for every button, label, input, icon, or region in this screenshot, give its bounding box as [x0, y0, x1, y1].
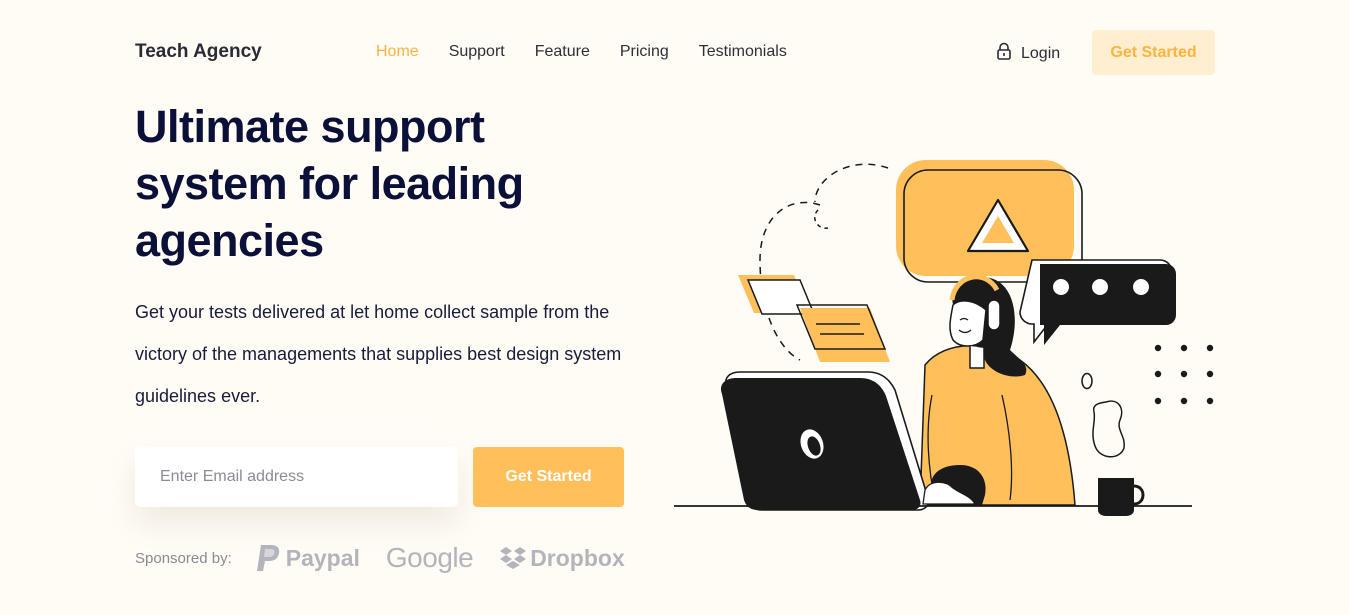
paypal-logo: Paypal — [256, 543, 360, 573]
sponsors-label: Sponsored by: — [135, 549, 232, 567]
header-get-started-button[interactable]: Get Started — [1092, 30, 1215, 75]
sponsors-row: Sponsored by: Paypal Google Dropbox — [135, 540, 651, 576]
paypal-icon — [256, 545, 279, 571]
main-nav: Home Support Feature Pricing Testimonial… — [376, 43, 787, 61]
email-input[interactable] — [135, 447, 458, 507]
lock-icon — [996, 42, 1012, 65]
dropbox-icon — [500, 547, 527, 569]
support-agent-illustration — [674, 160, 1214, 516]
dropbox-logo: Dropbox — [499, 545, 625, 572]
nav-feature[interactable]: Feature — [535, 43, 590, 61]
brand-logo[interactable]: Teach Agency — [135, 41, 262, 63]
nav-support[interactable]: Support — [449, 43, 505, 61]
nav-home[interactable]: Home — [376, 43, 419, 61]
paypal-wordmark: Paypal — [285, 544, 360, 571]
google-wordmark: Google — [385, 542, 474, 573]
login-label: Login — [1021, 44, 1061, 62]
hero-subtext: Get your tests delivered at let home col… — [135, 302, 622, 406]
hero-headline: Ultimate support system for leading agen… — [135, 101, 524, 266]
dropbox-wordmark: Dropbox — [530, 544, 625, 571]
hero-get-started-button[interactable]: Get Started — [473, 447, 624, 507]
nav-pricing[interactable]: Pricing — [620, 43, 669, 61]
nav-testimonials[interactable]: Testimonials — [699, 43, 787, 61]
google-logo: Google — [385, 542, 474, 574]
login-link[interactable]: Login — [996, 42, 1060, 65]
